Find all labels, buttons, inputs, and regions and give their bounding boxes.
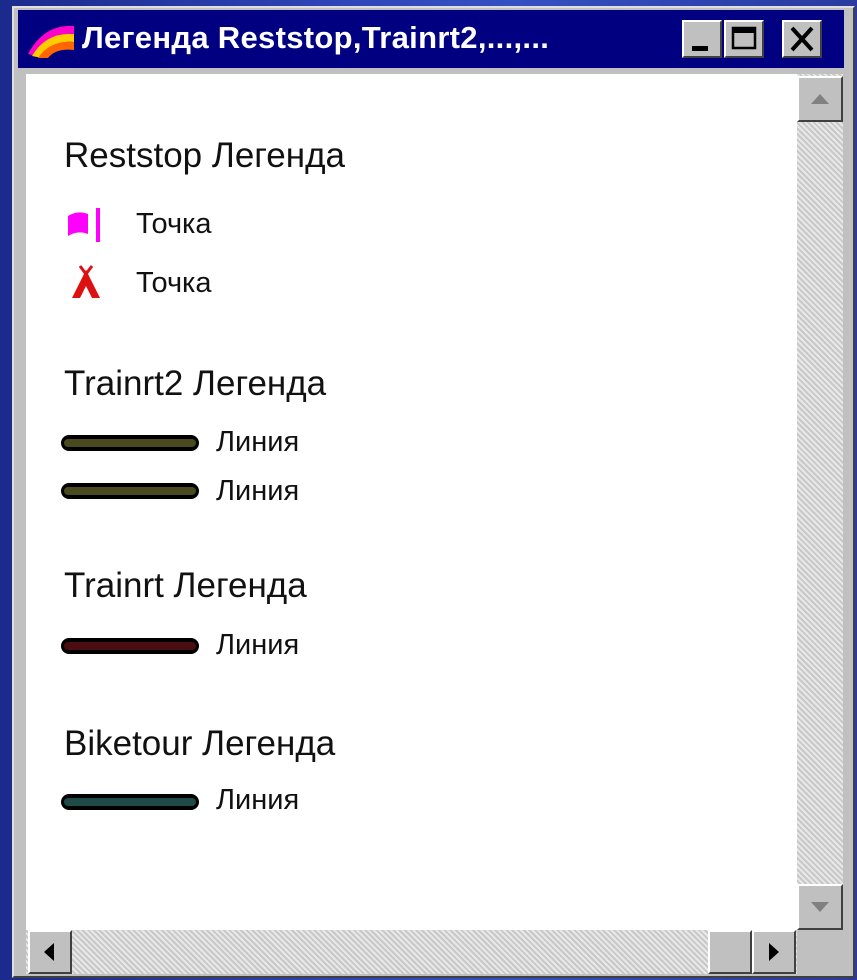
legend-heading-trainrt2: Trainrt2 Легенда <box>64 364 327 403</box>
line-symbol <box>61 638 199 654</box>
minimize-icon <box>692 46 708 51</box>
line-symbol <box>61 794 199 810</box>
line-symbol <box>61 483 199 499</box>
app-icon <box>28 25 74 58</box>
window-title: Легенда Reststop,Trainrt2,...,... <box>82 20 550 55</box>
legend-heading-trainrt: Trainrt Легенда <box>64 566 307 605</box>
arrow-left-icon <box>44 943 54 961</box>
legend-item-label: Точка <box>136 267 212 299</box>
legend-item-label: Точка <box>136 208 212 240</box>
red-tent-icon <box>72 265 100 298</box>
legend-item-label: Линия <box>216 784 300 816</box>
scroll-right-button[interactable] <box>752 930 796 974</box>
scroll-thumb[interactable] <box>708 930 752 974</box>
legend-heading-reststop: Reststop Легенда <box>64 136 345 175</box>
scroll-up-button[interactable] <box>797 76 843 122</box>
size-grip[interactable] <box>797 930 843 974</box>
horizontal-scrollbar[interactable] <box>26 930 797 974</box>
legend-item-label: Линия <box>216 426 300 458</box>
maximize-icon <box>731 26 757 50</box>
line-symbol <box>61 435 199 451</box>
title-bar[interactable]: Легенда Reststop,Trainrt2,...,... <box>18 10 844 68</box>
scroll-down-button[interactable] <box>797 884 843 930</box>
scroll-left-button[interactable] <box>28 930 72 974</box>
vertical-scrollbar[interactable] <box>797 74 843 930</box>
arrow-right-icon <box>769 943 779 961</box>
legend-item-label: Линия <box>216 629 300 661</box>
maximize-button[interactable] <box>724 20 764 58</box>
arrow-up-icon <box>811 94 829 104</box>
magenta-flag-icon <box>68 208 100 242</box>
close-icon <box>790 26 814 52</box>
legend-heading-biketour: Biketour Легенда <box>64 724 336 763</box>
minimize-button[interactable] <box>682 20 722 58</box>
legend-item-label: Линия <box>216 475 300 507</box>
close-button[interactable] <box>782 20 822 58</box>
arrow-down-icon <box>811 902 829 912</box>
